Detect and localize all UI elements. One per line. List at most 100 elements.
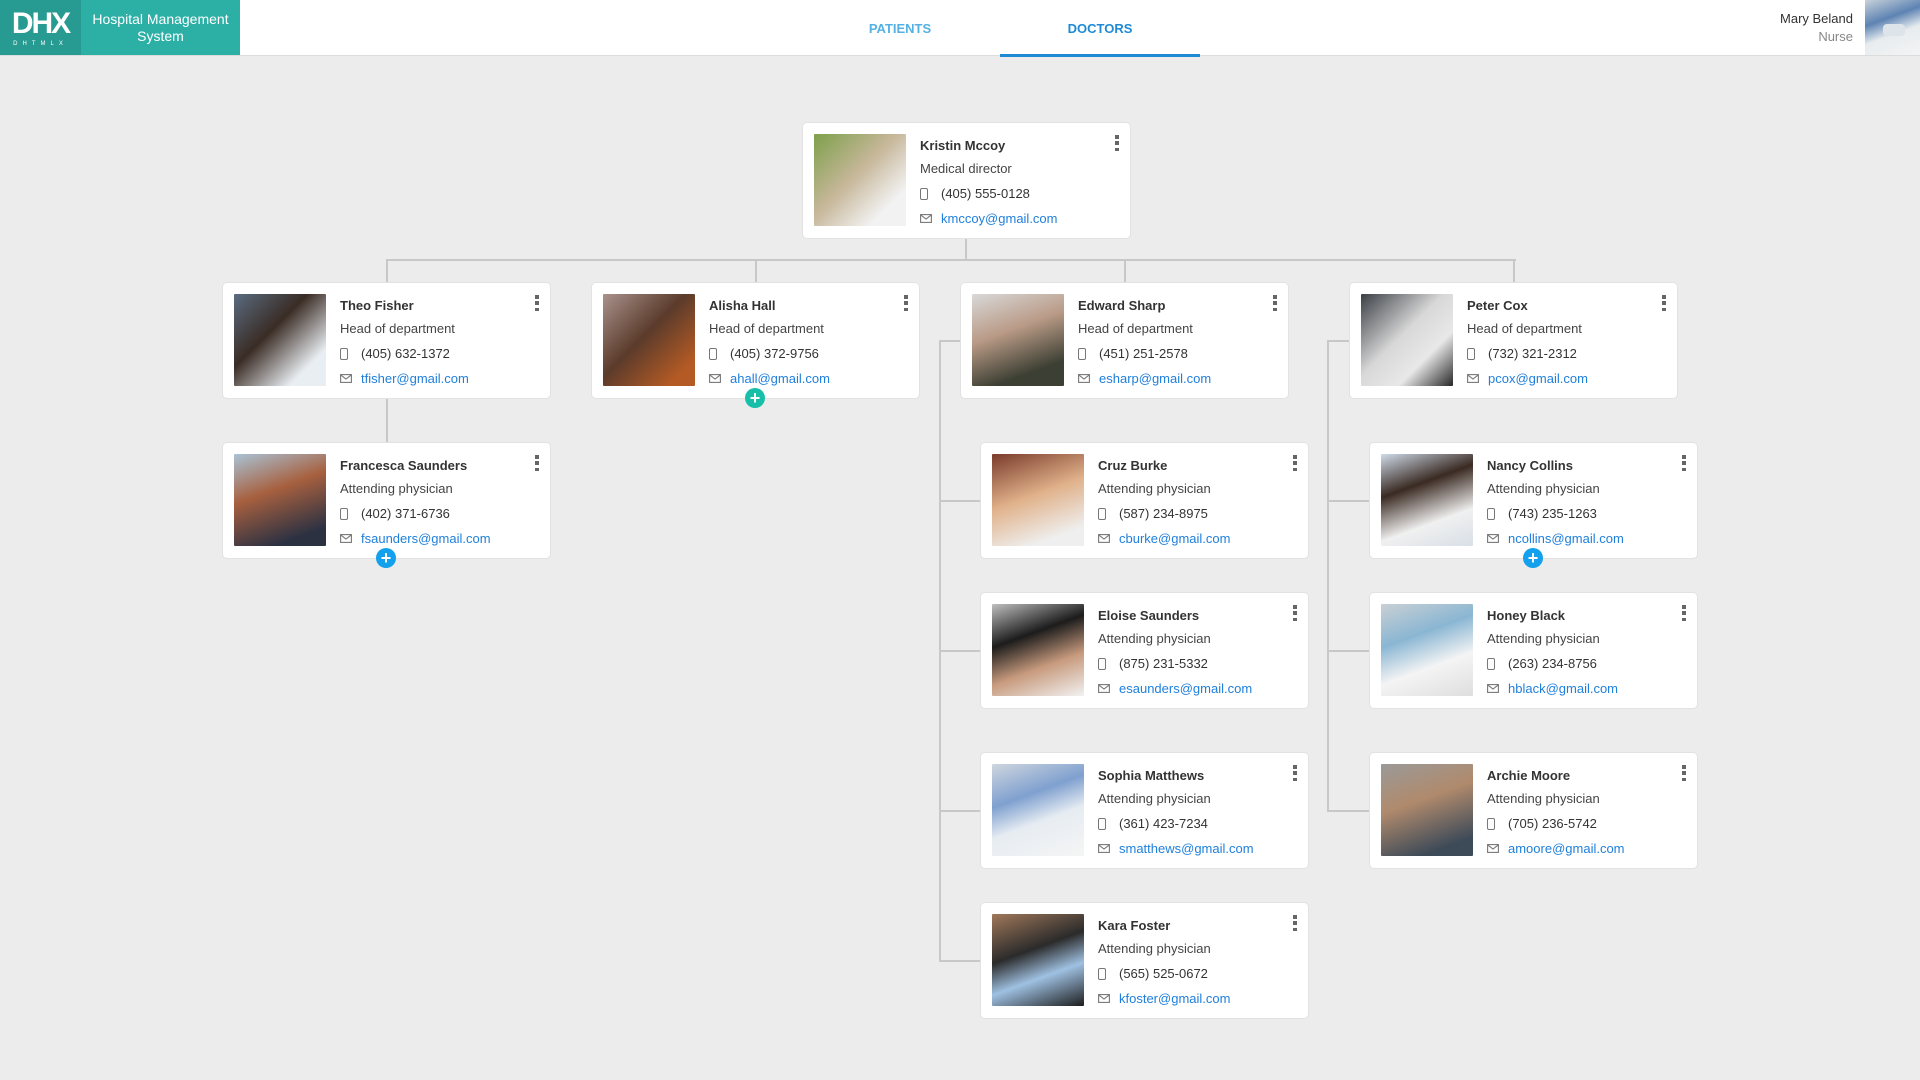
logo-text: DHX <box>11 6 71 40</box>
doctor-title: Head of department <box>1467 321 1582 336</box>
more-options-icon[interactable] <box>1679 605 1689 621</box>
more-options-icon[interactable] <box>532 455 542 471</box>
doctor-card[interactable]: Nancy Collins Attending physician (743) … <box>1370 443 1697 558</box>
phone-icon <box>1098 657 1119 670</box>
doctor-name: Honey Black <box>1487 608 1566 623</box>
user-name: Mary Beland <box>1780 10 1853 26</box>
doctor-photo <box>972 294 1064 386</box>
more-options-icon[interactable] <box>1290 605 1300 621</box>
connector-line <box>1327 340 1329 812</box>
doctor-name: Nancy Collins <box>1487 458 1573 473</box>
connector-line <box>386 398 388 443</box>
doctor-email-link[interactable]: esharp@gmail.com <box>1099 371 1211 386</box>
tab-patients[interactable]: PATIENTS <box>800 0 1000 56</box>
connector-line <box>1124 259 1126 283</box>
doctor-name: Theo Fisher <box>340 298 414 313</box>
doctor-title: Attending physician <box>1487 481 1600 496</box>
doctor-title: Head of department <box>709 321 824 336</box>
doctor-photo <box>234 454 326 546</box>
doctor-card[interactable]: Alisha Hall Head of department (405) 372… <box>592 283 919 398</box>
doctor-photo <box>1381 454 1473 546</box>
doctor-card[interactable]: Theo Fisher Head of department (405) 632… <box>223 283 550 398</box>
doctor-phone: (587) 234-8975 <box>1119 506 1208 521</box>
doctor-email-link[interactable]: esaunders@gmail.com <box>1119 681 1252 696</box>
doctor-email-link[interactable]: amoore@gmail.com <box>1508 841 1625 856</box>
doctor-email-link[interactable]: kfoster@gmail.com <box>1119 991 1230 1006</box>
doctor-phone: (732) 321-2312 <box>1488 346 1577 361</box>
doctor-card[interactable]: Eloise Saunders Attending physician (875… <box>981 593 1308 708</box>
doctor-card[interactable]: Cruz Burke Attending physician (587) 234… <box>981 443 1308 558</box>
doctor-email-link[interactable]: cburke@gmail.com <box>1119 531 1230 546</box>
doctor-card[interactable]: Kara Foster Attending physician (565) 52… <box>981 903 1308 1018</box>
doctor-email-link[interactable]: ahall@gmail.com <box>730 371 830 386</box>
connector-line <box>755 259 757 283</box>
doctor-card[interactable]: Francesca Saunders Attending physician (… <box>223 443 550 558</box>
app-header: DHX DHTMLX Hospital Management System PA… <box>0 0 1920 57</box>
connector-line <box>939 810 981 812</box>
mail-icon <box>1467 374 1488 383</box>
doctor-phone: (743) 235-1263 <box>1508 506 1597 521</box>
doctor-phone: (405) 555-0128 <box>941 186 1030 201</box>
doctor-title: Attending physician <box>1487 631 1600 646</box>
phone-icon <box>340 347 361 360</box>
tab-doctors[interactable]: DOCTORS <box>1000 0 1200 57</box>
mail-icon <box>1098 844 1119 853</box>
doctor-photo <box>992 604 1084 696</box>
doctor-title: Medical director <box>920 161 1012 176</box>
mail-icon <box>1078 374 1099 383</box>
doctor-email-link[interactable]: kmccoy@gmail.com <box>941 211 1058 226</box>
more-options-icon[interactable] <box>1290 915 1300 931</box>
connector-line <box>1513 259 1515 283</box>
mail-icon <box>340 534 361 543</box>
user-profile[interactable]: Mary Beland Nurse <box>1780 0 1920 55</box>
doctor-card[interactable]: Archie Moore Attending physician (705) 2… <box>1370 753 1697 868</box>
doctor-email-link[interactable]: tfisher@gmail.com <box>361 371 469 386</box>
more-options-icon[interactable] <box>1290 455 1300 471</box>
phone-icon <box>1487 817 1508 830</box>
more-options-icon[interactable] <box>532 295 542 311</box>
doctor-name: Sophia Matthews <box>1098 768 1205 783</box>
doctor-card[interactable]: Kristin Mccoy Medical director (405) 555… <box>803 123 1130 238</box>
doctor-photo <box>992 764 1084 856</box>
brand: DHX DHTMLX Hospital Management System <box>0 0 240 55</box>
doctor-email-link[interactable]: hblack@gmail.com <box>1508 681 1618 696</box>
more-options-icon[interactable] <box>1679 765 1689 781</box>
doctor-email-link[interactable]: pcox@gmail.com <box>1488 371 1588 386</box>
doctor-name: Edward Sharp <box>1078 298 1166 313</box>
phone-icon <box>1487 507 1508 520</box>
more-options-icon[interactable] <box>1112 135 1122 151</box>
more-options-icon[interactable] <box>1270 295 1280 311</box>
add-subordinate-button[interactable]: + <box>1523 548 1543 568</box>
more-options-icon[interactable] <box>901 295 911 311</box>
doctor-card[interactable]: Edward Sharp Head of department (451) 25… <box>961 283 1288 398</box>
doctor-email-link[interactable]: fsaunders@gmail.com <box>361 531 491 546</box>
phone-icon <box>1467 347 1488 360</box>
phone-icon <box>1098 817 1119 830</box>
doctor-name: Kara Foster <box>1098 918 1171 933</box>
mail-icon <box>920 214 941 223</box>
doctor-email-link[interactable]: smatthews@gmail.com <box>1119 841 1254 856</box>
more-options-icon[interactable] <box>1290 765 1300 781</box>
doctor-phone: (405) 632-1372 <box>361 346 450 361</box>
logo-subtext: DHTMLX <box>13 40 68 47</box>
more-options-icon[interactable] <box>1659 295 1669 311</box>
doctor-phone: (405) 372-9756 <box>730 346 819 361</box>
connector-line <box>1327 500 1370 502</box>
doctor-phone: (263) 234-8756 <box>1508 656 1597 671</box>
doctor-photo <box>234 294 326 386</box>
phone-icon <box>920 187 941 200</box>
app-title: Hospital Management System <box>92 10 229 44</box>
add-subordinate-button[interactable]: + <box>745 388 765 408</box>
doctor-phone: (451) 251-2578 <box>1099 346 1188 361</box>
mail-icon <box>1487 684 1508 693</box>
doctor-email-link[interactable]: ncollins@gmail.com <box>1508 531 1624 546</box>
add-subordinate-button[interactable]: + <box>376 548 396 568</box>
doctor-card[interactable]: Honey Black Attending physician (263) 23… <box>1370 593 1697 708</box>
doctor-card[interactable]: Sophia Matthews Attending physician (361… <box>981 753 1308 868</box>
doctor-card[interactable]: Peter Cox Head of department (732) 321-2… <box>1350 283 1677 398</box>
doctor-phone: (705) 236-5742 <box>1508 816 1597 831</box>
more-options-icon[interactable] <box>1679 455 1689 471</box>
connector-line <box>939 500 981 502</box>
avatar[interactable] <box>1865 0 1920 55</box>
doctor-phone: (875) 231-5332 <box>1119 656 1208 671</box>
